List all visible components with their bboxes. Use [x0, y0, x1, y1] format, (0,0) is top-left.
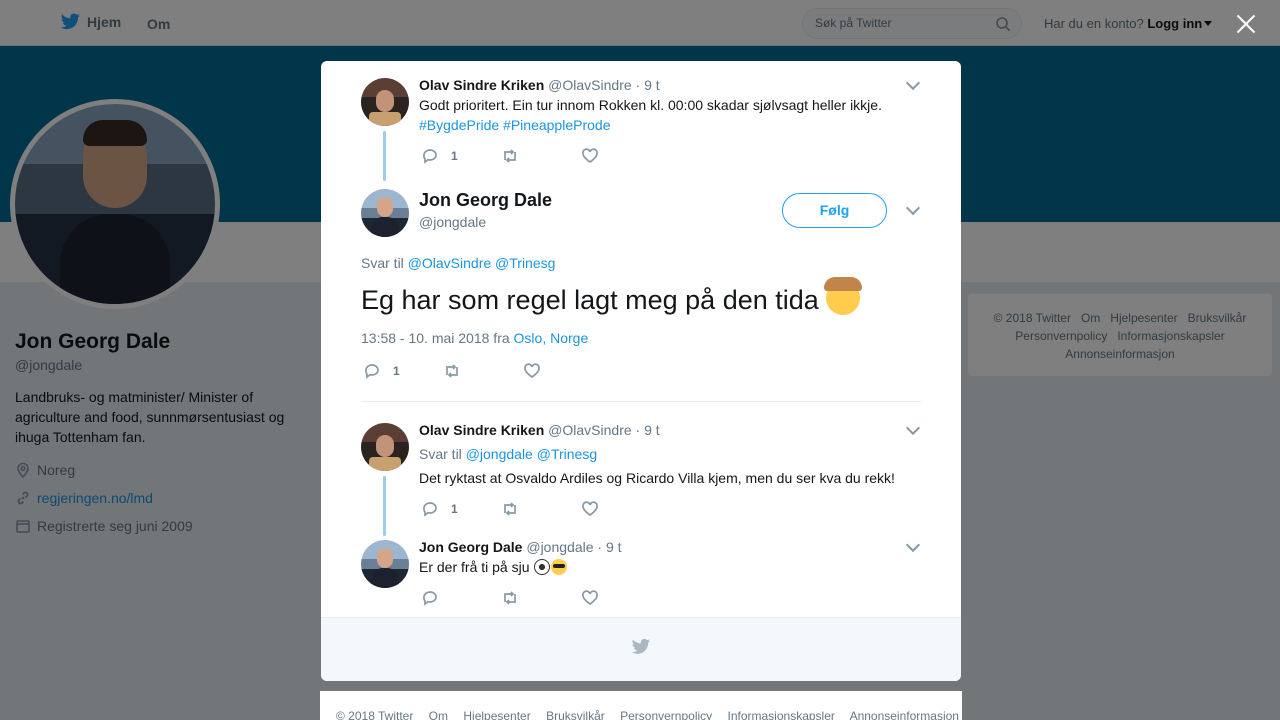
tweet-time[interactable]: · 9 t — [597, 539, 621, 555]
heart-icon — [582, 501, 598, 517]
reply-to: Svar til @OlavSindre @Trinesg — [361, 255, 556, 271]
retweet-icon — [504, 591, 516, 605]
heart-icon — [524, 363, 540, 379]
tweet-author-handle[interactable]: @OlavSindre — [548, 422, 631, 438]
reply-button[interactable]: 1 — [421, 147, 501, 165]
tweet-header: Olav Sindre Kriken @OlavSindre · 9 t — [419, 422, 660, 438]
tweet-actions: 1 — [363, 362, 541, 380]
reply-icon — [365, 364, 379, 379]
tweet-text: Godt prioritert. Ein tur innom Rokken kl… — [419, 97, 882, 133]
reply-button[interactable]: 1 — [363, 362, 443, 380]
footer-link-privacy[interactable]: Personvernpolicy — [620, 709, 712, 720]
reply-count: 1 — [393, 364, 400, 378]
main-tweet-timestamp: 13:58 - 10. mai 2018 fra Oslo, Norge — [361, 330, 589, 346]
avatar[interactable] — [361, 423, 409, 471]
chevron-down-icon[interactable] — [905, 420, 921, 436]
chevron-down-icon[interactable] — [905, 200, 921, 216]
main-tweet-author-handle[interactable]: @jongdale — [419, 214, 486, 230]
follow-button[interactable]: Følg — [782, 193, 887, 228]
heart-icon — [582, 590, 598, 606]
tweet-header: Olav Sindre Kriken @OlavSindre · 9 t — [419, 77, 660, 93]
reply-button[interactable]: 1 — [421, 500, 501, 518]
like-button[interactable] — [523, 362, 541, 380]
sunglasses-emoji-icon — [551, 559, 568, 575]
chevron-down-icon[interactable] — [905, 75, 921, 91]
tweet-time[interactable]: · 9 t — [636, 77, 660, 93]
main-tweet-text: Eg har som regel lagt meg på den tida — [361, 277, 863, 320]
reply-icon — [423, 502, 437, 517]
tweet-text: Det ryktast at Osvaldo Ardiles og Ricard… — [419, 470, 895, 486]
tweet-author-name[interactable]: Jon Georg Dale — [419, 539, 522, 555]
reply-icon — [423, 591, 437, 606]
thread-line — [383, 476, 386, 536]
tweet-place-link[interactable]: Oslo, Norge — [514, 330, 589, 346]
reply-icon — [423, 149, 437, 164]
like-button[interactable] — [581, 589, 599, 607]
modal-footer — [321, 617, 961, 681]
tweet-header: Jon Georg Dale @jongdale · 9 t — [419, 539, 622, 555]
avatar[interactable] — [361, 189, 409, 237]
retweet-button[interactable] — [501, 589, 581, 607]
close-icon[interactable] — [1236, 14, 1256, 34]
heart-icon — [582, 148, 598, 164]
tweet-author-name[interactable]: Olav Sindre Kriken — [419, 422, 544, 438]
tweet-actions: 1 — [421, 500, 599, 518]
footer-copyright: © 2018 Twitter — [336, 709, 414, 720]
avatar[interactable] — [361, 78, 409, 126]
retweet-icon — [446, 364, 458, 378]
retweet-button[interactable] — [443, 362, 523, 380]
tweet-author-handle[interactable]: @OlavSindre — [548, 77, 631, 93]
reply-count: 1 — [451, 149, 458, 163]
main-tweet-author-name[interactable]: Jon Georg Dale — [419, 190, 552, 211]
bottom-footer: © 2018 Twitter Om Hjelpesenter Bruksvilk… — [320, 691, 962, 720]
footer-link-ads[interactable]: Annonseinformasjon — [850, 709, 959, 720]
tweet-text: Er der frå ti på sju — [419, 557, 568, 577]
reply-count: 1 — [451, 502, 458, 516]
tweet-actions: 1 — [421, 147, 599, 165]
like-button[interactable] — [581, 500, 599, 518]
avatar[interactable] — [361, 540, 409, 588]
tweet-time[interactable]: · 9 t — [636, 422, 660, 438]
reply-mentions[interactable]: @jongdale @Trinesg — [466, 446, 597, 462]
footer-link-about[interactable]: Om — [429, 709, 448, 720]
tweet-actions — [421, 589, 599, 607]
tweet-author-name[interactable]: Olav Sindre Kriken — [419, 77, 544, 93]
tweet-author-handle[interactable]: @jongdale — [526, 539, 593, 555]
retweet-icon — [504, 149, 516, 163]
cowboy-emoji-icon — [824, 277, 863, 315]
retweet-icon — [504, 502, 516, 516]
soccer-ball-emoji-icon — [534, 559, 551, 575]
thread-line — [383, 131, 386, 181]
reply-mentions[interactable]: @OlavSindre @Trinesg — [408, 255, 556, 271]
reply-button[interactable] — [421, 589, 501, 607]
like-button[interactable] — [581, 147, 599, 165]
chevron-down-icon[interactable] — [905, 537, 921, 553]
retweet-button[interactable] — [501, 500, 581, 518]
retweet-button[interactable] — [501, 147, 581, 165]
reply-to: Svar til @jongdale @Trinesg — [419, 446, 598, 462]
footer-link-help[interactable]: Hjelpesenter — [463, 709, 530, 720]
twitter-bird-icon — [631, 638, 651, 654]
tweet-modal: Olav Sindre Kriken @OlavSindre · 9 t God… — [321, 61, 961, 681]
footer-link-terms[interactable]: Bruksvilkår — [546, 709, 605, 720]
footer-link-cookies[interactable]: Informasjonskapsler — [728, 709, 835, 720]
divider — [361, 401, 921, 402]
tweet-hashtags[interactable]: #BygdePride #PineappleProde — [419, 117, 610, 133]
